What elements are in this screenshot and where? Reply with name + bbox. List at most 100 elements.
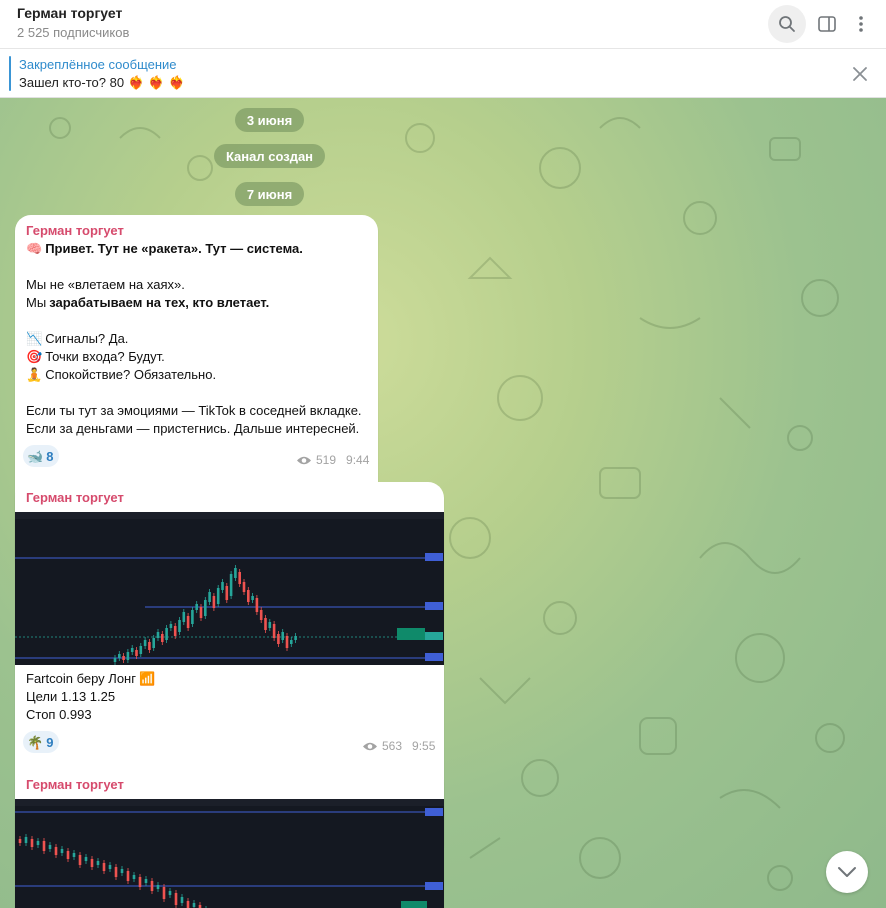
- candle-body: [42, 841, 46, 851]
- chat-header: Герман торгует 2 525 подписчиков: [0, 0, 886, 49]
- candle-body: [102, 863, 106, 871]
- candle-body: [90, 859, 94, 867]
- message-text-bold: зарабатываем на тех, кто влетает.: [49, 295, 270, 310]
- candle-body: [96, 861, 100, 865]
- candle-body: [162, 887, 166, 899]
- reaction-chip[interactable]: 🌴 9: [23, 731, 60, 753]
- message-line: Fartcoin беру Лонг 📶: [26, 671, 155, 686]
- candle-body: [84, 857, 88, 861]
- channel-created-notice: Канал создан: [214, 144, 325, 168]
- candle-body: [186, 616, 190, 628]
- chart-increasing-icon: 📶: [138, 671, 156, 686]
- brain-icon: 🧠: [26, 241, 43, 256]
- message-meta: 519 9:44: [296, 453, 369, 467]
- sidebar-toggle-button[interactable]: [808, 5, 846, 43]
- candle-body: [132, 875, 136, 879]
- message-line: 🧘 Спокойствие? Обязательно.: [26, 367, 216, 382]
- message-line: Цели 1.13 1.25: [26, 689, 116, 704]
- candle-body: [212, 596, 216, 608]
- fire-heart-icon: ❤️‍🔥: [148, 75, 165, 90]
- candle-body: [192, 903, 196, 907]
- candle-body: [174, 893, 178, 905]
- candle-body: [135, 650, 138, 656]
- message-line: Мы зарабатываем на тех, кто влетает.: [26, 295, 269, 310]
- candle-body: [138, 877, 142, 887]
- candle-body: [66, 851, 70, 859]
- message-bubble[interactable]: Герман торгует: [15, 769, 444, 908]
- eye-icon: [297, 456, 311, 464]
- chart-canvas: [15, 799, 444, 908]
- message-time: 9:55: [412, 739, 436, 753]
- fire-heart-icon: ❤️‍🔥: [168, 75, 185, 90]
- pinned-title: Закреплённое сообщение: [19, 57, 177, 72]
- candle-body: [272, 624, 276, 638]
- candle-body: [139, 646, 143, 654]
- chart-screenshot[interactable]: [15, 512, 444, 665]
- candle-body: [178, 620, 181, 632]
- message-text: Мы: [26, 295, 47, 310]
- target-icon: 🎯: [26, 349, 43, 364]
- candle-body: [169, 624, 173, 628]
- candle-body: [247, 590, 250, 602]
- candle-body: [168, 891, 172, 895]
- pinned-indicator: [9, 56, 11, 91]
- candle-body: [150, 881, 154, 891]
- message-line: Мы не «влетаем на хаях».: [26, 277, 185, 292]
- scroll-to-bottom-button[interactable]: [826, 851, 868, 893]
- close-pinned-button[interactable]: [850, 64, 870, 84]
- channel-title[interactable]: Герман торгует: [17, 5, 122, 21]
- candle-body: [24, 837, 28, 843]
- candle-body: [48, 845, 52, 849]
- chevron-down-icon: [838, 867, 856, 877]
- candle-body: [259, 610, 263, 620]
- sidebar-icon: [818, 16, 836, 32]
- message-line: Стоп 0.993: [26, 707, 92, 722]
- pinned-text-row: Зашел кто-то? 80 ❤️‍🔥 ❤️‍🔥 ❤️‍🔥: [19, 75, 185, 90]
- candle-body: [143, 640, 147, 646]
- reaction-count: 9: [46, 734, 54, 750]
- message-text: Точки входа? Будут.: [45, 349, 165, 364]
- candle-body: [294, 636, 297, 640]
- candle-body: [144, 879, 148, 883]
- message-text: Fartcoin беру Лонг: [26, 671, 136, 686]
- candle-body: [120, 869, 124, 873]
- close-icon: [853, 67, 867, 81]
- message-line: Если ты тут за эмоциями — TikTok в сосед…: [26, 403, 362, 418]
- candle-body: [126, 652, 130, 660]
- candle-body: [180, 897, 184, 903]
- candle-body: [238, 572, 241, 584]
- date-separator: 3 июня: [235, 108, 304, 132]
- candle-body: [277, 634, 280, 644]
- chart-canvas: [15, 512, 444, 665]
- message-author[interactable]: Герман торгует: [26, 223, 124, 238]
- more-options-button[interactable]: [842, 5, 880, 43]
- meditation-icon: 🧘: [26, 367, 43, 382]
- message-text: Сигналы? Да.: [45, 331, 129, 346]
- chat-area[interactable]: 3 июня Канал создан 7 июня Герман торгуе…: [0, 98, 886, 908]
- candle-body: [54, 847, 58, 855]
- candle-body: [78, 855, 82, 865]
- reaction-chip[interactable]: 🐋 8: [23, 445, 60, 467]
- candle-body: [156, 632, 160, 638]
- candle-body: [195, 604, 198, 610]
- candle-body: [72, 853, 76, 857]
- subscriber-count: 2 525 подписчиков: [17, 25, 130, 40]
- candle-body: [225, 586, 229, 600]
- message-author[interactable]: Герман торгует: [26, 777, 124, 792]
- more-vertical-icon: [859, 16, 863, 32]
- message-meta: 563 9:55: [362, 739, 435, 753]
- pinned-message-bar[interactable]: Закреплённое сообщение Зашел кто-то? 80 …: [0, 50, 886, 98]
- message-author[interactable]: Герман торгует: [26, 490, 124, 505]
- candle-body: [242, 582, 246, 592]
- chart-screenshot[interactable]: [15, 799, 444, 908]
- date-separator: 7 июня: [235, 182, 304, 206]
- candle-body: [221, 582, 224, 590]
- candle-body: [208, 592, 211, 602]
- reaction-count: 8: [46, 448, 54, 464]
- message-text: Привет. Тут не «ракета». Тут — система.: [45, 241, 303, 256]
- candle-body: [114, 867, 118, 877]
- search-button[interactable]: [768, 5, 806, 43]
- candle-body: [122, 656, 125, 660]
- candle-body: [165, 628, 168, 640]
- candle-body: [126, 871, 130, 881]
